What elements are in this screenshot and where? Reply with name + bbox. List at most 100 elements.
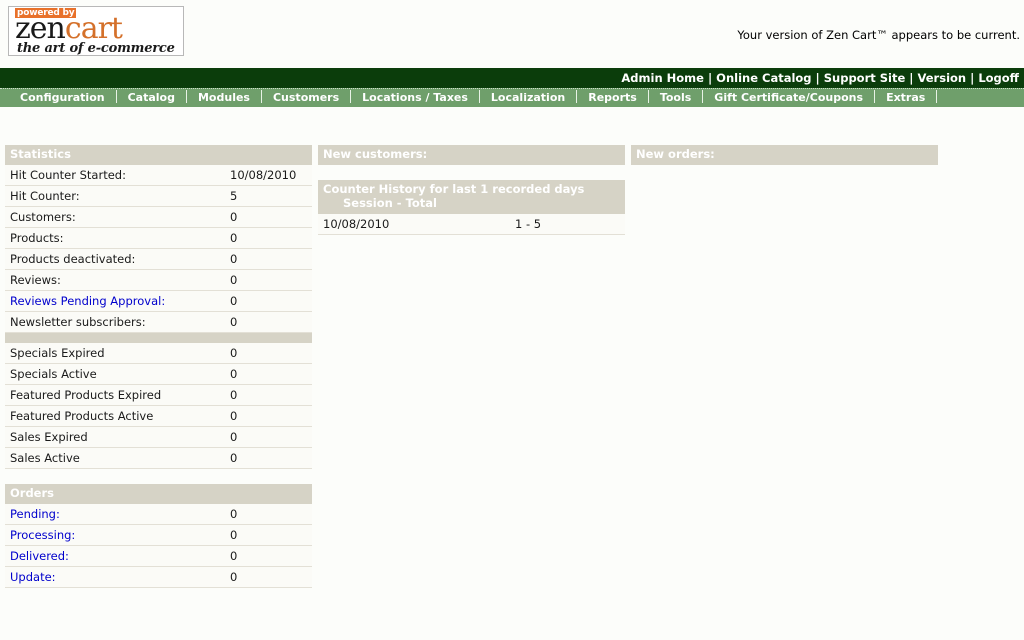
table-row: Delivered: 0 xyxy=(5,546,312,567)
table-row: Newsletter subscribers: 0 xyxy=(5,312,312,333)
statistics-row-value: 5 xyxy=(230,186,312,207)
admin-menu-bar: ConfigurationCatalogModulesCustomersLoca… xyxy=(0,88,1024,107)
divider-cell xyxy=(230,333,312,343)
statistics-row-value: 0 xyxy=(230,427,312,448)
table-row: Reviews Pending Approval: 0 xyxy=(5,291,312,312)
orders-processing-link[interactable]: Processing: xyxy=(10,528,75,542)
topnav-separator: | xyxy=(705,71,715,85)
menu-separator xyxy=(186,90,187,103)
menu-separator xyxy=(648,90,649,103)
new-orders-panel-title: New orders: xyxy=(631,145,938,165)
statistics-row-label-link: Reviews Pending Approval: xyxy=(5,291,230,312)
dashboard-content: Statistics Hit Counter Started: 10/08/20… xyxy=(0,107,1024,588)
middle-column: New customers: Counter History for last … xyxy=(318,145,625,235)
menu-item-extras[interactable]: Extras xyxy=(876,91,935,104)
zen-cart-logo[interactable]: powered by zencart the art of e-commerce xyxy=(8,6,184,56)
table-row: Sales Expired 0 xyxy=(5,427,312,448)
statistics-row-label: Products deactivated: xyxy=(5,249,230,270)
menu-separator xyxy=(874,90,875,103)
topnav-separator: | xyxy=(813,71,823,85)
version-status-message: Your version of Zen Cart™ appears to be … xyxy=(737,28,1020,42)
statistics-row-value: 0 xyxy=(230,448,312,469)
menu-separator xyxy=(936,90,937,103)
statistics-row-value: 0 xyxy=(230,249,312,270)
orders-row-label-link: Pending: xyxy=(5,504,230,525)
statistics-row-value: 10/08/2010 xyxy=(230,165,312,186)
counter-history-panel: Counter History for last 1 recorded days… xyxy=(318,180,625,235)
orders-row-value: 0 xyxy=(230,567,312,588)
menu-separator xyxy=(479,90,480,103)
table-row: Products: 0 xyxy=(5,228,312,249)
statistics-row-value: 0 xyxy=(230,364,312,385)
statistics-row-label: Newsletter subscribers: xyxy=(5,312,230,333)
topnav-item-version[interactable]: Version xyxy=(916,71,967,85)
table-row: Sales Active 0 xyxy=(5,448,312,469)
counter-history-title-text: Counter History for last 1 recorded days xyxy=(323,182,584,196)
menu-item-catalog[interactable]: Catalog xyxy=(118,91,185,104)
statistics-panel-title: Statistics xyxy=(5,145,312,165)
statistics-row-value: 0 xyxy=(230,385,312,406)
orders-update-link[interactable]: Update: xyxy=(10,570,56,584)
statistics-row-label: Sales Expired xyxy=(5,427,230,448)
table-row: Hit Counter Started: 10/08/2010 xyxy=(5,165,312,186)
orders-panel-title: Orders xyxy=(5,484,312,504)
counter-history-value: 1 - 5 xyxy=(515,214,625,235)
orders-row-value: 0 xyxy=(230,525,312,546)
statistics-row-value: 0 xyxy=(230,228,312,249)
table-row: Reviews: 0 xyxy=(5,270,312,291)
menu-item-configuration[interactable]: Configuration xyxy=(10,91,115,104)
statistics-panel: Statistics Hit Counter Started: 10/08/20… xyxy=(5,145,312,469)
menu-item-locations-taxes[interactable]: Locations / Taxes xyxy=(352,91,478,104)
orders-row-label-link: Processing: xyxy=(5,525,230,546)
counter-history-subtitle-text: Session - Total xyxy=(323,196,625,210)
table-row: 10/08/2010 1 - 5 xyxy=(318,214,625,235)
statistics-row-value: 0 xyxy=(230,291,312,312)
statistics-row-label: Customers: xyxy=(5,207,230,228)
right-column: New orders: xyxy=(631,145,938,165)
statistics-row-label: Sales Active xyxy=(5,448,230,469)
orders-row-value: 0 xyxy=(230,546,312,567)
new-orders-panel: New orders: xyxy=(631,145,938,165)
menu-item-reports[interactable]: Reports xyxy=(578,91,647,104)
statistics-row-label: Hit Counter: xyxy=(5,186,230,207)
table-row: Products deactivated: 0 xyxy=(5,249,312,270)
menu-item-gift-certificate-coupons[interactable]: Gift Certificate/Coupons xyxy=(704,91,873,104)
table-row: Customers: 0 xyxy=(5,207,312,228)
topnav-separator: | xyxy=(967,71,977,85)
menu-item-customers[interactable]: Customers xyxy=(263,91,349,104)
left-column: Statistics Hit Counter Started: 10/08/20… xyxy=(5,145,312,588)
topnav-item-online-catalog[interactable]: Online Catalog xyxy=(715,71,812,85)
statistics-row-label: Featured Products Active xyxy=(5,406,230,427)
orders-delivered-link[interactable]: Delivered: xyxy=(10,549,69,563)
table-row: Specials Expired 0 xyxy=(5,343,312,364)
statistics-row-label: Products: xyxy=(5,228,230,249)
table-row: Featured Products Active 0 xyxy=(5,406,312,427)
admin-top-nav: Admin Home|Online Catalog|Support Site|V… xyxy=(0,68,1024,88)
orders-pending-link[interactable]: Pending: xyxy=(10,507,60,521)
topnav-item-support-site[interactable]: Support Site xyxy=(823,71,907,85)
statistics-row-label: Featured Products Expired xyxy=(5,385,230,406)
statistics-table: Hit Counter Started: 10/08/2010 Hit Coun… xyxy=(5,165,312,469)
orders-row-value: 0 xyxy=(230,504,312,525)
table-row: Specials Active 0 xyxy=(5,364,312,385)
statistics-row-label: Reviews: xyxy=(5,270,230,291)
logo-wordmark: zencart xyxy=(15,14,122,44)
statistics-row-value: 0 xyxy=(230,270,312,291)
orders-panel: Orders Pending: 0 Processing: 0 Delivere… xyxy=(5,484,312,588)
menu-item-modules[interactable]: Modules xyxy=(188,91,260,104)
statistics-row-value: 0 xyxy=(230,207,312,228)
reviews-pending-approval-link[interactable]: Reviews Pending Approval: xyxy=(10,294,165,308)
divider-cell xyxy=(5,333,230,343)
menu-separator xyxy=(350,90,351,103)
page-header: powered by zencart the art of e-commerce… xyxy=(0,0,1024,68)
statistics-row-value: 0 xyxy=(230,343,312,364)
orders-table: Pending: 0 Processing: 0 Delivered: 0 xyxy=(5,504,312,588)
menu-item-localization[interactable]: Localization xyxy=(481,91,575,104)
topnav-item-admin-home[interactable]: Admin Home xyxy=(620,71,705,85)
counter-history-panel-title: Counter History for last 1 recorded days… xyxy=(318,180,625,214)
menu-item-tools[interactable]: Tools xyxy=(650,91,701,104)
orders-row-label-link: Update: xyxy=(5,567,230,588)
statistics-row-label: Specials Active xyxy=(5,364,230,385)
topnav-item-logoff[interactable]: Logoff xyxy=(977,71,1020,85)
statistics-row-label: Hit Counter Started: xyxy=(5,165,230,186)
